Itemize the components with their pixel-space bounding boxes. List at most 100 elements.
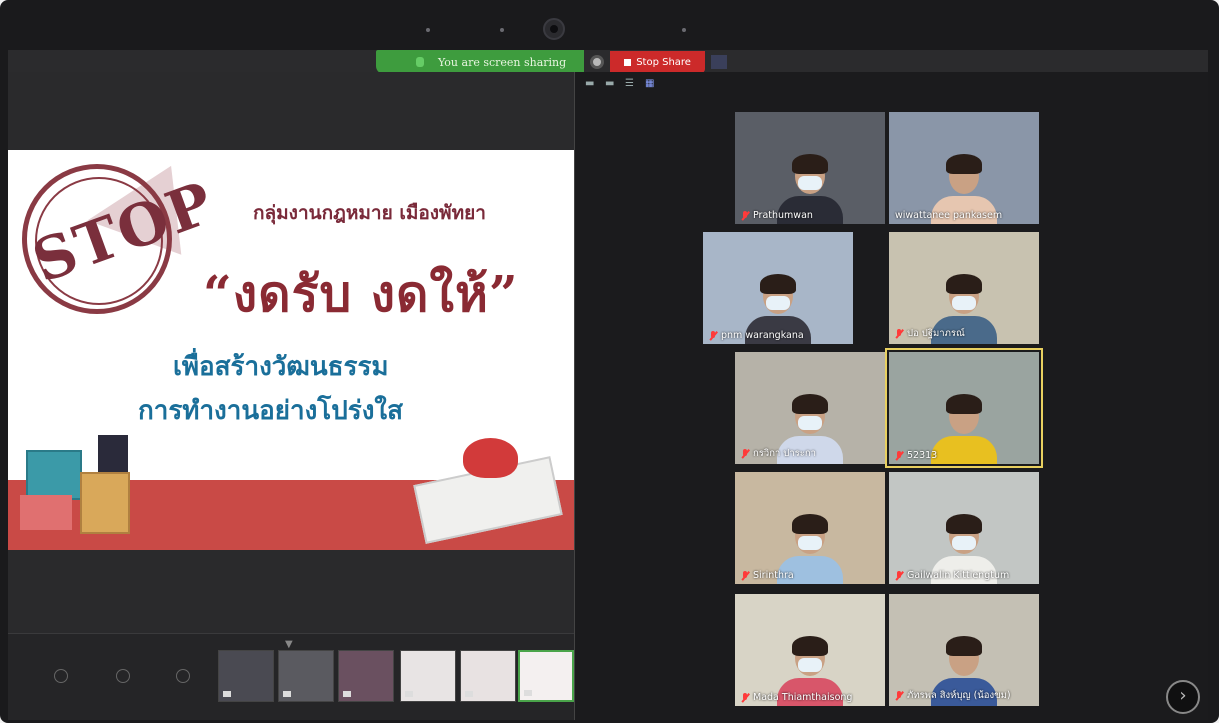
- figure-hair: [946, 394, 982, 414]
- next-page-button[interactable]: ›: [1166, 680, 1200, 714]
- participant-name: ปอ ปฐิมาภรณ์: [907, 328, 965, 339]
- participant-name-label: pnm warangkana: [709, 330, 804, 341]
- mute-icon: [895, 450, 903, 461]
- participant-tile[interactable]: wiwattanee pankasem: [889, 112, 1039, 224]
- shared-slide: STOP กลุ่มงานกฎหมาย เมืองพัทยา “งดรับ งด…: [8, 150, 578, 550]
- camera-icon: [405, 691, 413, 697]
- slide-thumbnail[interactable]: [278, 650, 334, 702]
- webcam-icon: [543, 18, 565, 40]
- face-mask: [952, 536, 976, 550]
- participant-name: 52313: [907, 450, 938, 461]
- participant-video-figure: [927, 394, 1001, 464]
- laptop-bezel: You are screen sharing Stop Share STOP ก…: [0, 0, 1219, 723]
- participant-name: pnm warangkana: [721, 330, 804, 341]
- minimize-icon[interactable]: ▬: [585, 78, 594, 89]
- gift-bag-graphic: [98, 435, 128, 477]
- slide-thumbnail-strip: ▼: [8, 633, 578, 720]
- face-mask: [952, 296, 976, 310]
- face-mask: [798, 176, 822, 190]
- stop-icon: [624, 58, 632, 66]
- participant-name: Sirinthra: [753, 570, 794, 581]
- participant-tile[interactable]: 52313: [885, 348, 1043, 468]
- gift-box-graphic: [20, 495, 72, 530]
- slide-thumbnail[interactable]: [400, 650, 456, 702]
- chevron-down-icon[interactable]: ▼: [285, 639, 293, 650]
- participant-name-label: 52313: [895, 450, 937, 461]
- participant-name-label: wiwattanee pankasem: [895, 210, 1002, 221]
- face-mask: [798, 658, 822, 672]
- figure-hair: [792, 154, 828, 174]
- video-gallery: ▬ ▬ ☰ ▦ Prathumwan wiwattanee pankasem pnm…: [574, 72, 1208, 720]
- participant-name-label: ปอ ปฐิมาภรณ์: [895, 326, 965, 341]
- face-mask: [798, 536, 822, 550]
- chevron-right-icon: ›: [1179, 685, 1187, 706]
- participant-name: Gailwalin Kittiengtum: [907, 570, 1010, 581]
- gear-icon[interactable]: [590, 55, 605, 69]
- face-mask: [766, 296, 790, 310]
- participant-tile[interactable]: Prathumwan: [735, 112, 885, 224]
- participant-tile[interactable]: ปอ ปฐิมาภรณ์: [889, 232, 1039, 344]
- slide-thumbnail[interactable]: [338, 650, 394, 702]
- participant-name: กรวิกา ปาระกา: [753, 448, 816, 459]
- strip-control-icon[interactable]: [116, 669, 130, 683]
- bezel-dot: [682, 28, 686, 32]
- camera-icon: [465, 691, 473, 697]
- mute-icon: [741, 692, 749, 703]
- camera-icon: [343, 691, 351, 697]
- bezel-dot: [426, 28, 430, 32]
- camera-icon: [283, 691, 291, 697]
- face-mask: [798, 416, 822, 430]
- participant-tile[interactable]: Sirinthra: [735, 472, 885, 584]
- figure-body: [931, 436, 997, 464]
- participant-name-label: กรวิกา ปาระกา: [741, 446, 816, 461]
- figure-hair: [792, 636, 828, 656]
- stop-share-label: Stop Share: [636, 56, 691, 68]
- participant-name-label: Prathumwan: [741, 210, 813, 221]
- slide-frame-top: [8, 72, 578, 150]
- figure-hair: [946, 514, 982, 534]
- participant-tile[interactable]: pnm warangkana: [703, 232, 853, 344]
- strip-control-icon[interactable]: [176, 669, 190, 683]
- mute-icon: [741, 448, 749, 459]
- laptop-screen: You are screen sharing Stop Share STOP ก…: [8, 50, 1208, 720]
- participant-name-label: Mada Thiamthaisong: [741, 692, 852, 703]
- camera-icon: [524, 690, 532, 696]
- mute-icon: [741, 570, 749, 581]
- participant-name: Prathumwan: [753, 210, 813, 221]
- screen-share-bar: You are screen sharing Stop Share: [376, 50, 727, 74]
- figure-hair: [792, 394, 828, 414]
- slide-subtitle-1: เพื่อสร้างวัฒนธรรม: [173, 352, 389, 382]
- slide-thumbnail-current[interactable]: [518, 650, 574, 702]
- stop-share-button[interactable]: Stop Share: [610, 51, 705, 73]
- gift-box-graphic: [26, 450, 82, 500]
- participant-name: wiwattanee pankasem: [895, 210, 1003, 221]
- figure-hair: [946, 274, 982, 294]
- grid-view-icon[interactable]: ▦: [645, 78, 654, 89]
- participant-tile[interactable]: Mada Thiamthaisong: [735, 594, 885, 706]
- mic-icon[interactable]: [416, 57, 424, 67]
- speaker-view-icon[interactable]: ▬: [605, 78, 614, 89]
- participant-tile[interactable]: กรวิกา ปาระกา: [735, 352, 885, 464]
- strip-control-icon[interactable]: [54, 669, 68, 683]
- participant-name: Mada Thiamthaisong: [753, 692, 853, 703]
- slide-subtitle-2: การทำงานอย่างโปร่งใส: [138, 396, 403, 426]
- ribbon-bow-graphic: [463, 438, 518, 478]
- sharing-status: You are screen sharing: [376, 50, 585, 74]
- participant-tile[interactable]: Gailwalin Kittiengtum: [889, 472, 1039, 584]
- camera-icon: [223, 691, 231, 697]
- slide-group-name: กลุ่มงานกฎหมาย เมืองพัทยา: [253, 202, 486, 224]
- participant-name: ภัทรพล สิงห์บุญ (น้องขม): [907, 690, 1011, 701]
- figure-hair: [760, 274, 796, 294]
- slide-thumbnail[interactable]: [460, 650, 516, 702]
- figure-hair: [792, 514, 828, 534]
- participant-name-label: Gailwalin Kittiengtum: [895, 570, 1009, 581]
- strip-view-icon[interactable]: ☰: [625, 78, 634, 89]
- mute-icon: [709, 330, 717, 341]
- figure-hair: [946, 154, 982, 174]
- slide-headline: “งดรับ งดให้”: [203, 264, 519, 323]
- slide-thumbnail[interactable]: [218, 650, 274, 702]
- participant-tile[interactable]: ภัทรพล สิงห์บุญ (น้องขม): [889, 594, 1039, 706]
- participant-name-label: Sirinthra: [741, 570, 794, 581]
- gift-box-graphic: [80, 472, 130, 534]
- share-more-menu[interactable]: [710, 55, 727, 69]
